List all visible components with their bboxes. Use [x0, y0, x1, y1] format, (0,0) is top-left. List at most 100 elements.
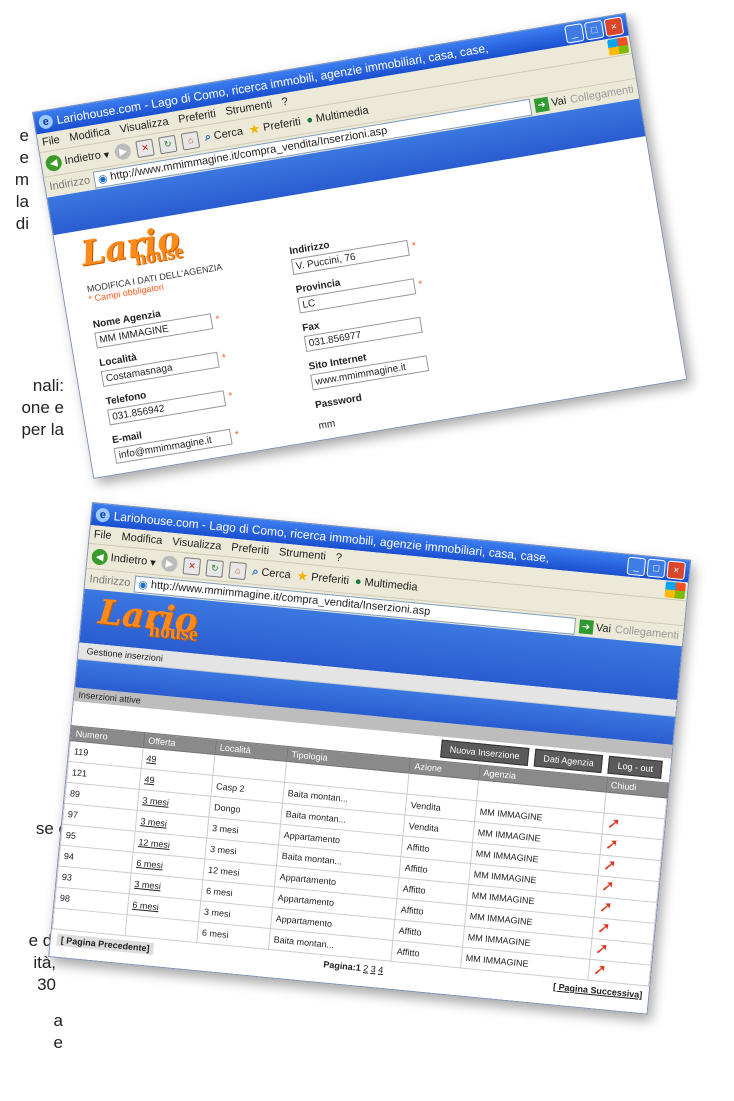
refresh-button[interactable]: ↻ [158, 134, 178, 154]
go-button[interactable]: ➔ Vai [578, 619, 612, 636]
home-button[interactable]: ⌂ [228, 561, 248, 580]
doc-text-fragment-1: e e m la di [0, 125, 29, 235]
menu-modifica[interactable]: Modifica [69, 125, 111, 144]
windows-logo-icon [664, 581, 686, 600]
menu-visualizza[interactable]: Visualizza [119, 116, 170, 136]
windows-logo-icon [607, 36, 630, 56]
minimize-button[interactable]: _ [564, 23, 585, 44]
doc-text-line: di [15, 214, 29, 233]
close-arrow-icon[interactable]: ➚ [594, 940, 609, 958]
close-arrow-icon[interactable]: ➚ [604, 836, 619, 854]
doc-text-line: 30 [37, 975, 56, 994]
close-arrow-icon[interactable]: ➚ [598, 899, 613, 917]
page-link-3[interactable]: 3 [370, 964, 376, 974]
stop-button[interactable]: ✕ [135, 138, 155, 158]
close-button[interactable]: × [666, 560, 686, 581]
menu-help[interactable]: ? [335, 552, 342, 565]
menu-preferiti[interactable]: Preferiti [177, 108, 216, 126]
forward-button[interactable]: ▶ [160, 554, 179, 573]
ie-icon: e [95, 507, 111, 523]
favorites-label: Preferiti [262, 115, 302, 134]
go-label: Vai [595, 621, 612, 636]
doc-text-line: one e [21, 398, 64, 417]
page-link-4[interactable]: 4 [378, 965, 384, 975]
required-mark: * [221, 351, 227, 364]
doc-text-line: m [14, 170, 29, 189]
minimize-button[interactable]: _ [626, 556, 647, 577]
back-label: Indietro [110, 552, 148, 568]
menu-file[interactable]: File [93, 528, 112, 542]
doc-text-line: per la [21, 420, 64, 439]
page-link-2[interactable]: 2 [363, 963, 369, 973]
doc-text-line: la [15, 192, 29, 211]
page-icon: ◉ [137, 578, 149, 592]
search-icon: ⌕ [251, 565, 260, 578]
menu-strumenti[interactable]: Strumenti [225, 98, 273, 118]
close-arrow-icon[interactable]: ➚ [606, 815, 621, 833]
forward-button[interactable]: ▶ [113, 142, 133, 161]
media-icon: ● [305, 113, 315, 127]
agency-data-button[interactable]: Dati Agenzia [533, 748, 604, 774]
home-button[interactable]: ⌂ [180, 130, 201, 151]
browser-window-listings: e Lariohouse.com - Lago di Como, ricerca… [48, 502, 692, 1015]
stop-button[interactable]: ✕ [182, 556, 202, 576]
go-button[interactable]: ➔ Vai [533, 94, 567, 113]
next-page-link[interactable]: [ Pagina Successiva] [552, 981, 643, 1002]
menu-visualizza[interactable]: Visualizza [172, 536, 222, 553]
multimedia-label: Multimedia [363, 576, 419, 594]
doc-text-line: a [53, 1011, 63, 1030]
close-arrow-icon[interactable]: ➚ [592, 961, 607, 979]
menu-help[interactable]: ? [281, 96, 289, 109]
doc-text-fragment-2: nali: one e per la [0, 375, 64, 441]
menu-preferiti[interactable]: Preferiti [231, 542, 270, 558]
page-content: Lario house Gestione inserzioni Inserzio… [49, 588, 682, 1014]
multimedia-button[interactable]: ● Multimedia [354, 576, 418, 594]
ie-icon: e [37, 113, 54, 130]
logo-text-sub: house [147, 619, 199, 646]
close-button[interactable]: × [603, 16, 625, 38]
doc-text-fragment-3: se è [0, 818, 68, 840]
back-label: Indietro [63, 149, 102, 168]
page-current: 1 [355, 962, 362, 973]
search-label: Cerca [212, 125, 244, 143]
page-label: Pagina: [322, 959, 357, 973]
lariohouse-logo[interactable]: Lario house [97, 592, 200, 645]
maximize-button[interactable]: □ [646, 558, 667, 579]
go-label: Vai [550, 94, 568, 110]
doc-text-line: e [19, 126, 29, 145]
address-label: Indirizzo [89, 573, 131, 590]
doc-text-line: e [53, 1033, 63, 1052]
prev-page-link[interactable]: [ Pagina Precedente] [56, 933, 155, 955]
logout-button[interactable]: Log - out [607, 755, 663, 779]
back-button[interactable]: ◀ Indietro ▾ [91, 548, 156, 570]
doc-text-line: e [19, 148, 29, 167]
page-icon: ◉ [97, 172, 109, 186]
doc-text-line: se è [35, 819, 68, 838]
favorites-button[interactable]: ★ Preferiti [296, 568, 350, 589]
doc-text-fragment-5: ae [0, 1010, 63, 1054]
star-icon: ★ [295, 567, 309, 585]
browser-window-agency-edit: e Lariohouse.com - Lago di Como, ricerca… [32, 12, 688, 479]
doc-text-line: nali: [32, 376, 64, 395]
search-label: Cerca [260, 566, 292, 582]
media-icon: ● [354, 575, 363, 589]
maximize-button[interactable]: □ [583, 19, 605, 41]
form-left-column: Nome Agenzia MM IMMAGINE * Località Costa… [90, 289, 240, 466]
menu-strumenti[interactable]: Strumenti [278, 546, 326, 562]
close-arrow-icon[interactable]: ➚ [596, 919, 611, 937]
refresh-button[interactable]: ↻ [205, 558, 225, 578]
required-mark: * [214, 313, 221, 325]
menu-file[interactable]: File [41, 134, 60, 149]
back-arrow-icon: ◀ [44, 153, 63, 173]
required-mark: * [234, 428, 240, 441]
links-label[interactable]: Collegamenti [614, 624, 679, 642]
menu-modifica[interactable]: Modifica [121, 531, 163, 547]
close-arrow-icon[interactable]: ➚ [602, 857, 617, 875]
search-button[interactable]: ⌕ Cerca [252, 565, 292, 582]
favorites-label: Preferiti [310, 571, 350, 587]
close-arrow-icon[interactable]: ➚ [600, 878, 615, 896]
back-arrow-icon: ◀ [91, 548, 109, 566]
multimedia-button[interactable]: ● Multimedia [306, 105, 370, 127]
search-button[interactable]: ⌕ Cerca [204, 125, 244, 144]
favorites-button[interactable]: ★ Preferiti [247, 114, 301, 138]
